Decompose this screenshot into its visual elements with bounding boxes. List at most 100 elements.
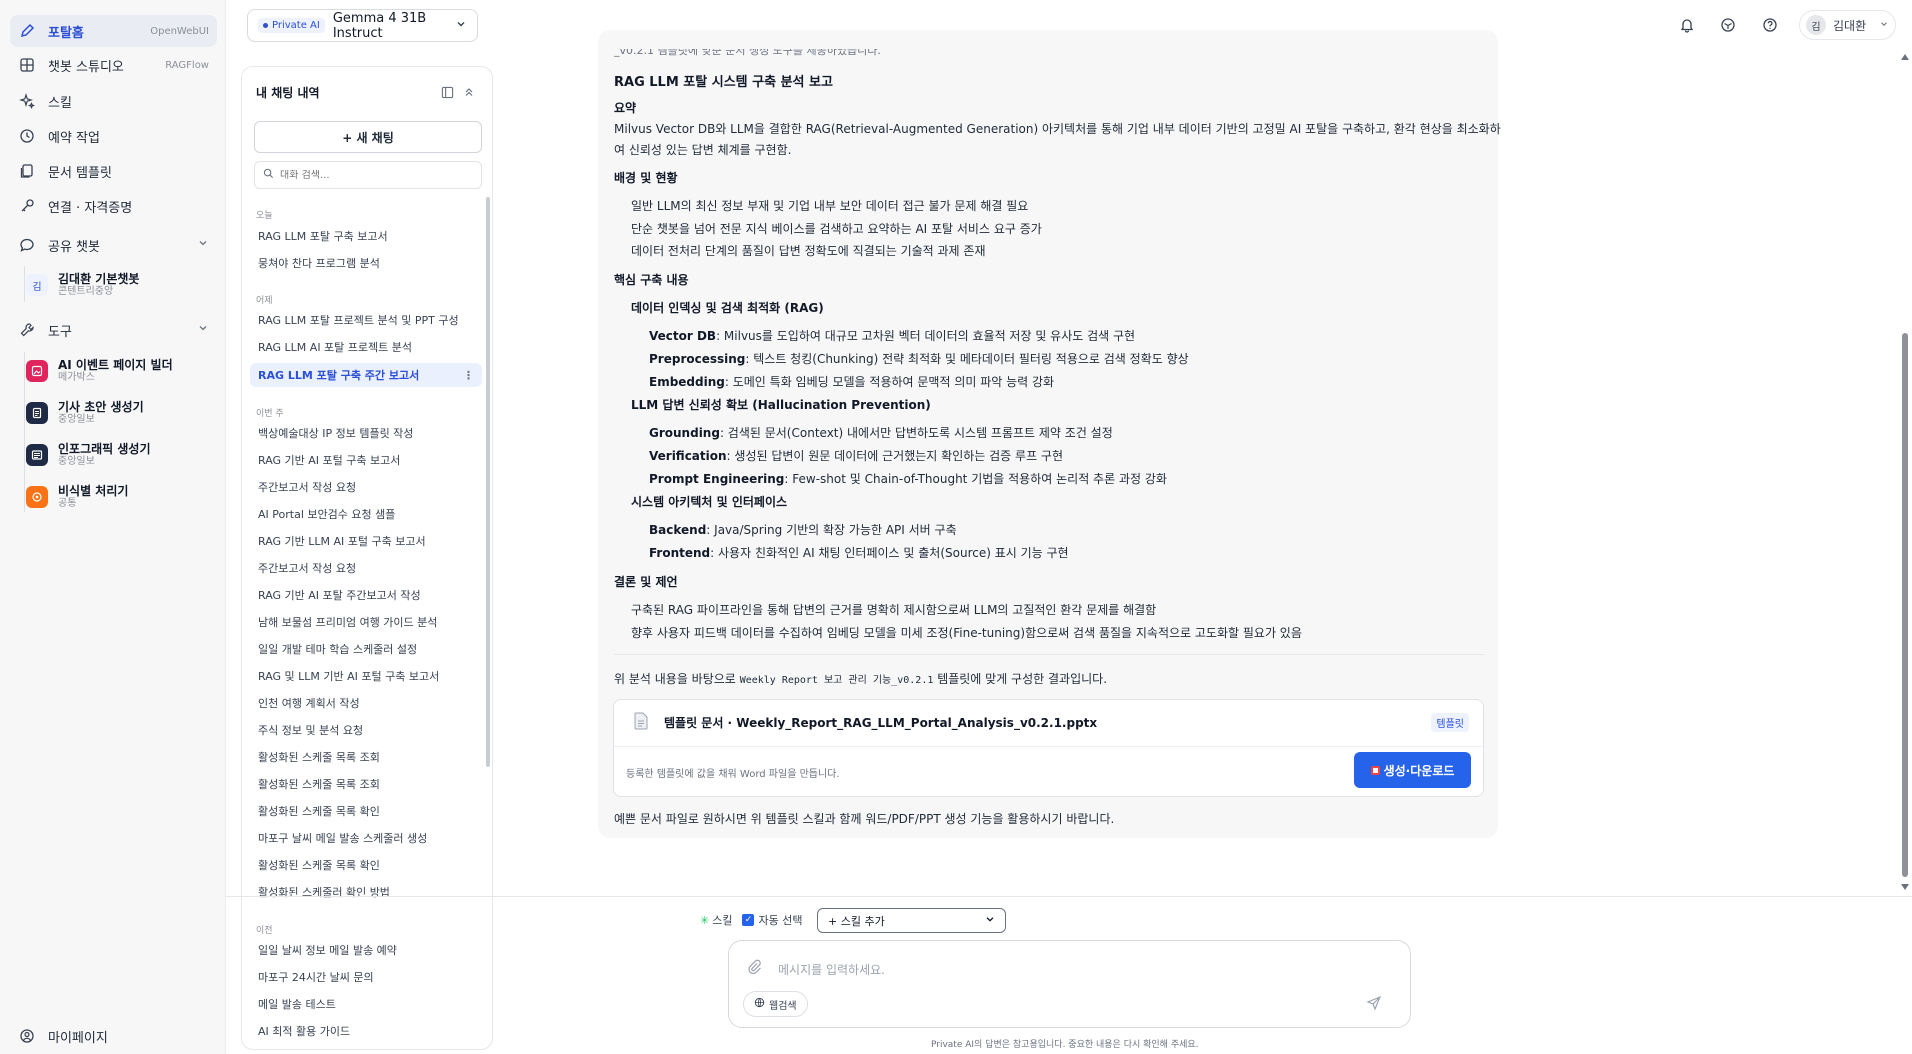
template-file-name: 템플릿 문서 · Weekly_Report_RAG_LLM_Portal_An… — [664, 716, 1098, 730]
shared-bot-name: 김대환 기본챗봇 — [58, 272, 140, 286]
history-item[interactable]: AI Portal 보안검수 요청 샘플 — [250, 502, 482, 526]
help-icon[interactable] — [1759, 14, 1781, 36]
bullet-item: Backend: Java/Spring 기반의 확장 가능한 API 서버 구… — [649, 523, 957, 537]
section-conclusion: 결론 및 제언 — [614, 575, 678, 589]
shared-bot-item[interactable]: 김 김대환 기본챗봇 콘텐트리중앙 — [26, 266, 216, 304]
user-menu[interactable]: 김 김대환 — [1799, 10, 1896, 40]
history-item[interactable]: RAG 기반 AI 포털 구축 보고서 — [250, 448, 482, 472]
history-item[interactable]: 주식 정보 및 분석 요청 — [250, 718, 482, 742]
history-item[interactable]: AI 최적 활용 가이드 — [250, 1019, 482, 1043]
history-item[interactable]: 남해 보물섬 프리미엄 여행 가이드 분석 — [250, 610, 482, 634]
history-item-selected[interactable]: RAG LLM 포탈 구축 주간 보고서 ⋮ — [250, 363, 482, 387]
group-label-yesterday: 어제 — [256, 296, 273, 306]
history-item[interactable]: 메일 발송 테스트 — [250, 992, 482, 1016]
search-icon — [263, 168, 274, 183]
paperclip-icon[interactable] — [746, 958, 762, 978]
panel-scrollbar[interactable] — [486, 197, 490, 767]
history-item[interactable]: 활성화된 스케줄 목록 확인 — [250, 853, 482, 877]
chevron-down-icon — [197, 322, 209, 338]
chevron-down-icon — [197, 237, 209, 253]
history-item[interactable]: RAG LLM 포탈 구축 보고서 — [250, 224, 482, 248]
scroll-down-arrow[interactable] — [1901, 884, 1909, 890]
history-item[interactable]: 활성화된 스케줄 목록 조회 — [250, 745, 482, 769]
web-search-button[interactable]: 웹검색 — [743, 991, 808, 1017]
bullet-item: 일반 LLM의 최신 정보 부재 및 기업 내부 보안 데이터 접근 불가 문제… — [631, 199, 1029, 213]
generate-download-button[interactable]: 생성·다운로드 — [1354, 752, 1471, 788]
history-item[interactable]: 인천 여행 계획서 작성 — [250, 691, 482, 715]
history-item[interactable]: 백상예술대상 IP 정보 템플릿 작성 — [250, 421, 482, 445]
history-item[interactable]: 뭉쳐야 찬다 프로그램 분석 — [250, 251, 482, 275]
history-item[interactable]: RAG 기반 AI 포탈 주간보고서 작성 — [250, 583, 482, 607]
bell-icon[interactable] — [1676, 14, 1698, 36]
cube-icon[interactable] — [1717, 14, 1739, 36]
new-chat-button[interactable]: + 새 채팅 — [254, 121, 482, 153]
left-nav: 포탈홈 OpenWebUI 챗봇 스튜디오 RAGFlow 스킬 예약 작업 문… — [0, 0, 226, 1054]
more-options-icon[interactable]: ⋮ — [463, 369, 474, 382]
user-icon — [18, 1027, 36, 1045]
history-item[interactable]: 마포구 24시간 날씨 문의 — [250, 965, 482, 989]
history-item[interactable]: 일일 개발 테마 학습 스케줄러 설정 — [250, 637, 482, 661]
bullet-item: 향후 사용자 피드백 데이터를 수집하여 임베딩 모델을 미세 조정(Fine-… — [631, 626, 1302, 640]
history-item[interactable]: RAG 기반 LLM AI 포털 구축 보고서 — [250, 529, 482, 553]
tool-item-event-page-builder[interactable]: AI 이벤트 페이지 빌더 메가박스 — [26, 352, 216, 390]
message-composer[interactable]: 메시지를 입력하세요. 웹검색 — [728, 940, 1411, 1028]
search-input[interactable] — [280, 169, 470, 181]
avatar: 김 — [1806, 15, 1826, 35]
nav-item-doc-templates[interactable]: 문서 템플릿 — [10, 155, 217, 187]
group-label-earlier: 이전 — [256, 926, 273, 936]
tool-item-deidentifier[interactable]: 비식별 처리기 공통 — [26, 478, 216, 516]
auto-select-checkbox[interactable]: ✓ — [742, 914, 755, 926]
send-icon[interactable] — [1366, 995, 1382, 1015]
bullet-item: Prompt Engineering: Few-shot 및 Chain-of-… — [649, 472, 1167, 486]
history-item[interactable]: RAG LLM 포탈 프로젝트 분석 및 PPT 구성 — [250, 308, 482, 332]
history-item[interactable]: 일일 날씨 정보 메일 발송 예약 — [250, 938, 482, 962]
tool-item-infographic[interactable]: 인포그래픽 생성기 중앙일보 — [26, 436, 216, 474]
history-item[interactable]: 주간보고서 작성 요청 — [250, 556, 482, 580]
nav-item-connections[interactable]: 연결 · 자격증명 — [10, 190, 217, 222]
nav-item-skill[interactable]: 스킬 — [10, 85, 217, 117]
footer-note: 예쁜 문서 파일로 원하시면 위 템플릿 스킬과 함께 워드/PDF/PPT 생… — [614, 812, 1115, 826]
main-scrollbar[interactable] — [1902, 333, 1908, 877]
bot-avatar: 김 — [26, 274, 48, 296]
user-name: 김대환 — [1833, 18, 1867, 33]
model-selector[interactable]: Private AI Gemma 4 31B Instruct — [247, 9, 478, 42]
newspaper-icon — [26, 444, 48, 466]
scroll-up-arrow[interactable] — [1901, 54, 1909, 60]
tool-item-article-draft[interactable]: 기사 초안 생성기 중앙일보 — [26, 394, 216, 432]
tree-line — [24, 352, 25, 512]
nav-item-portal-home[interactable]: 포탈홈 OpenWebUI — [10, 15, 217, 47]
nav-item-scheduled-jobs[interactable]: 예약 작업 — [10, 120, 217, 152]
section-background: 배경 및 현황 — [614, 171, 678, 185]
nav-section-shared-bots[interactable]: 공유 챗봇 — [10, 229, 217, 261]
history-item[interactable]: 주간보고서 작성 요청 — [250, 475, 482, 499]
shield-icon — [26, 486, 48, 508]
panel-title: 내 채팅 내역 — [256, 85, 320, 100]
leaf-icon: ✳ — [700, 913, 710, 927]
sparkle-icon — [18, 92, 36, 110]
nav-section-tools[interactable]: 도구 — [10, 314, 217, 346]
sidebar-toggle-icon[interactable] — [436, 81, 458, 103]
key-icon — [18, 197, 36, 215]
history-item[interactable]: RAG LLM AI 포탈 프로젝트 분석 — [250, 335, 482, 359]
section-summary: 요약 — [614, 101, 637, 115]
private-ai-badge: Private AI — [258, 18, 325, 33]
chevron-down-icon — [985, 914, 995, 927]
chat-search[interactable] — [254, 161, 482, 189]
nav-item-mypage[interactable]: 마이페이지 — [10, 1020, 217, 1052]
message-input[interactable]: 메시지를 입력하세요. — [778, 961, 885, 978]
history-item[interactable]: 마포구 날씨 메일 발송 스케줄러 생성 — [250, 826, 482, 850]
tree-line — [24, 266, 25, 302]
history-item[interactable]: 활성화된 스케줄 목록 확인 — [250, 799, 482, 823]
history-item[interactable]: 활성화된 스케줄러 확인 방법 — [250, 880, 482, 904]
bullet-item: 데이터 전처리 단계의 품질이 답변 정확도에 직결되는 기술적 과제 존재 — [631, 244, 986, 258]
collapse-up-icon[interactable] — [458, 81, 480, 103]
history-item[interactable]: RAG 및 LLM 기반 AI 포털 구축 보고서 — [250, 664, 482, 688]
image-icon — [26, 360, 48, 382]
documents-icon — [18, 162, 36, 180]
subsection: 시스템 아키텍처 및 인터페이스 — [631, 495, 788, 509]
history-item[interactable]: 활성화된 스케줄 목록 조회 — [250, 772, 482, 796]
bullet-item: Vector DB: Milvus를 도입하여 대규모 고차원 벡터 데이터의 … — [649, 329, 1136, 343]
group-label-today: 오늘 — [256, 211, 273, 221]
skill-add-select[interactable]: + 스킬 추가 — [817, 908, 1006, 933]
nav-item-chatbot-studio[interactable]: 챗봇 스튜디오 RAGFlow — [10, 49, 217, 81]
